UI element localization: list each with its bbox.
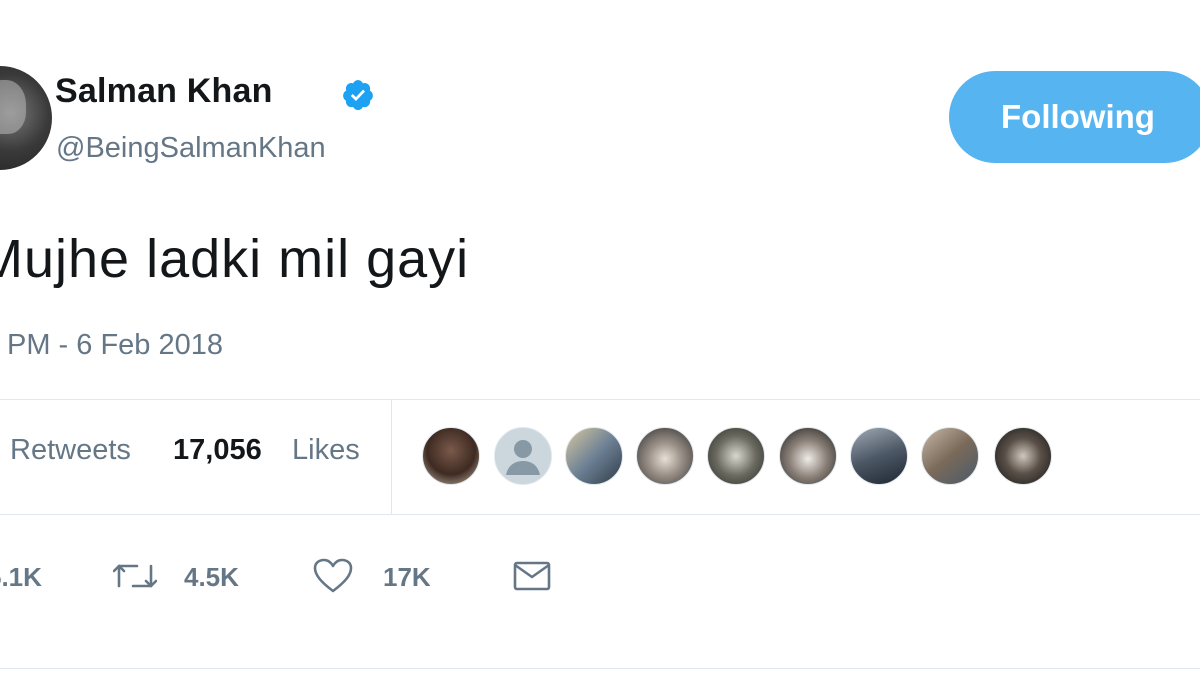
liker-avatar-2[interactable] [494,427,552,485]
likes-count[interactable]: 17,056 [173,434,262,467]
tweet-text: Mujhe ladki mil gayi [0,229,470,289]
retweet-icon[interactable] [113,559,157,593]
following-button[interactable]: Following [949,71,1200,163]
liker-avatar-5[interactable] [707,427,765,485]
author-avatar[interactable] [0,66,52,170]
liker-avatar-3[interactable] [565,427,623,485]
likes-label[interactable]: Likes [292,434,360,467]
liker-avatar-6[interactable] [779,427,837,485]
tweet-timestamp[interactable]: PM - 6 Feb 2018 [7,329,223,362]
liker-avatar-1[interactable] [422,427,480,485]
divider-footer [0,668,1200,669]
retweet-count[interactable]: 4.5K [184,562,239,593]
liker-avatar-9[interactable] [994,427,1052,485]
retweets-label[interactable]: Retweets [10,434,131,467]
divider-top [0,399,1200,400]
stats-divider [391,400,392,514]
liker-avatar-8[interactable] [921,427,979,485]
reply-count[interactable]: 5.1K [0,562,42,593]
verified-icon [343,80,373,111]
liker-avatar-4[interactable] [636,427,694,485]
like-count[interactable]: 17K [383,562,431,593]
avatar-icon [506,440,540,475]
heart-icon[interactable] [313,558,353,594]
divider-bottom [0,514,1200,515]
author-name[interactable]: Salman Khan [55,72,273,111]
liker-avatar-7[interactable] [850,427,908,485]
mail-icon[interactable] [513,561,551,591]
author-handle[interactable]: @BeingSalmanKhan [56,132,326,165]
